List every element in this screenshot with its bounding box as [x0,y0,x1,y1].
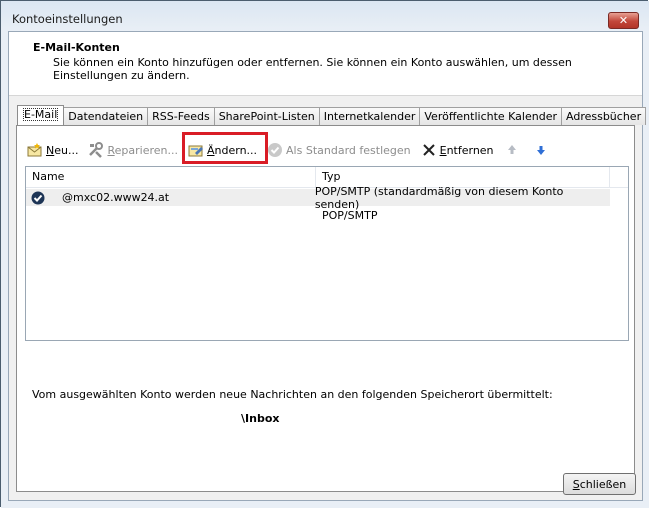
email-tab-panel: Neu... Reparieren... Ändern... Als Stand… [16,125,635,492]
header-description: Sie können ein Konto hinzufügen oder ent… [53,56,572,82]
window-title: Kontoeinstellungen [12,12,123,26]
account-type: POP/SMTP [322,209,378,222]
remove-x-icon [421,142,437,158]
close-accel: S [572,477,580,491]
tab-sharepoint-lists[interactable]: SharePoint-Listen [213,107,320,125]
tab-email[interactable]: E-Mail [17,105,65,125]
check-circle-icon [267,142,283,158]
title-bar[interactable]: Kontoeinstellungen ✕ [1,1,647,31]
list-item[interactable]: POP/SMTP [26,207,610,224]
tab-rss-feeds[interactable]: RSS-Feeds [147,107,215,125]
tab-strip: E-Mail Datendateien RSS-Feeds SharePoint… [17,105,647,126]
repair-accel: R [107,143,115,157]
delivery-location-text: Vom ausgewählten Konto werden neue Nachr… [32,388,553,401]
close-dialog-button[interactable]: Schließen [563,473,636,495]
default-account-check-icon [30,190,46,206]
dialog-client-area: E-Mail-Konten Sie können ein Konto hinzu… [8,31,647,501]
arrow-up-icon [504,142,520,158]
header-title: E-Mail-Konten [33,41,120,54]
tab-label: E-Mail [23,108,59,121]
change-button-highlight [182,132,268,164]
delivery-location-path: \Inbox [241,412,280,425]
window-close-button[interactable]: ✕ [608,12,639,29]
account-list[interactable]: Name Typ @mxc02.www24.at POP/SMTP (stand… [25,166,629,341]
new-account-button[interactable]: Neu... [27,141,78,159]
move-down-button[interactable] [533,141,552,159]
account-name: @mxc02.www24.at [62,191,170,204]
arrow-down-icon [533,142,549,158]
set-default-button[interactable]: Als Standard festlegen [267,141,411,159]
tab-data-files[interactable]: Datendateien [63,107,149,125]
tools-icon [88,142,104,158]
close-label: chließen [579,477,627,491]
set-default-label: Als Standard festlegen [286,143,411,157]
account-settings-window: Kontoeinstellungen ✕ E-Mail-Konten Sie k… [0,0,649,508]
close-icon: ✕ [618,14,629,27]
tab-published-calendars[interactable]: Veröffentlichte Kalender [419,107,562,125]
column-header-name[interactable]: Name [26,167,316,187]
list-item[interactable]: @mxc02.www24.at POP/SMTP (standardmäßig … [26,185,610,211]
header-panel: E-Mail-Konten Sie können ein Konto hinzu… [9,32,642,96]
account-toolbar: Neu... Reparieren... Ändern... Als Stand… [27,141,562,159]
new-accel: N [46,143,55,157]
remove-button[interactable]: Entfernen [421,141,494,159]
new-label: eu... [54,143,79,157]
new-mail-icon [27,142,43,158]
repair-button[interactable]: Reparieren... [88,141,178,159]
tab-internet-calendars[interactable]: Internetkalender [318,107,421,125]
remove-label: ntfernen [446,143,494,157]
repair-label: eparieren... [114,143,178,157]
remove-accel: E [439,143,447,157]
move-up-button[interactable] [504,141,523,159]
tab-address-books[interactable]: Adressbücher [561,107,647,125]
